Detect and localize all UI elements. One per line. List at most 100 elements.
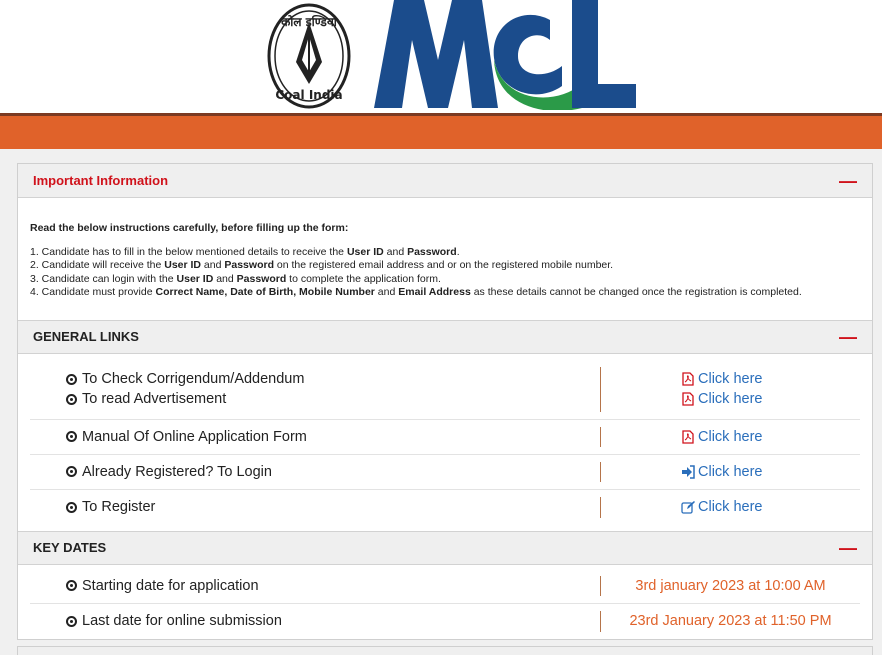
instructions-list: 1. Candidate has to fill in the below me… xyxy=(30,246,860,300)
edit-icon xyxy=(681,500,695,514)
bullet-circle-icon xyxy=(66,393,77,405)
instruction-text: . xyxy=(456,245,460,258)
bullet-circle-icon xyxy=(66,615,77,627)
instruction-emphasis: Password xyxy=(236,272,287,285)
sign-in-icon xyxy=(681,464,695,479)
link-row-actions: Click here xyxy=(601,462,860,482)
link-label-text: To read Advertisement xyxy=(82,391,227,407)
instruction-line: 2. Candidate will receive the User ID an… xyxy=(30,259,860,273)
important-info-title: Important Information xyxy=(33,173,169,188)
link-row-labels: Manual Of Online Application Form xyxy=(30,427,600,447)
click-here-text[interactable]: Click here xyxy=(698,371,762,387)
link-row-actions: Click here xyxy=(601,427,860,447)
link-row: To Check Corrigendum/Addendum To read Adv… xyxy=(30,360,860,420)
click-here-link[interactable]: Click here xyxy=(601,462,860,482)
mcl-logo xyxy=(374,0,636,110)
click-here-text[interactable]: Click here xyxy=(698,429,762,445)
instruction-emphasis: Email Address xyxy=(398,286,471,298)
key-date-row: Last date for online submission 23rd Janu… xyxy=(30,604,860,639)
key-date-label: Last date for online submission xyxy=(30,611,600,631)
instruction-emphasis: User ID xyxy=(176,272,214,285)
click-here-text[interactable]: Click here xyxy=(698,391,762,407)
bullet-circle-icon xyxy=(66,431,77,442)
link-row-actions: Click here xyxy=(601,497,860,517)
bullet-circle-icon xyxy=(66,373,77,385)
key-dates-title: KEY DATES xyxy=(33,540,107,555)
link-row-labels: Already Registered? To Login xyxy=(30,462,600,482)
general-links-header[interactable]: GENERAL LINKS — xyxy=(18,319,872,354)
instruction-line: 1. Candidate has to fill in the below me… xyxy=(30,246,860,260)
instruction-text: 1. Candidate has to fill in the below me… xyxy=(30,245,347,258)
instruction-line: 4. Candidate must provide Correct Name, … xyxy=(30,286,860,300)
link-label-text: To Register xyxy=(82,499,156,515)
key-dates-header[interactable]: KEY DATES — xyxy=(18,530,872,565)
link-label-text: To Check Corrigendum/Addendum xyxy=(82,371,305,387)
bullet-circle-icon xyxy=(66,580,77,591)
instruction-emphasis: User ID xyxy=(164,259,202,271)
instruction-text: and xyxy=(374,286,399,298)
instruction-emphasis: Correct Name, Date of Birth, Mobile Numb… xyxy=(155,286,375,298)
general-links-title: GENERAL LINKS xyxy=(33,329,139,344)
coal-india-logo: कोल इण्डिया Coal India xyxy=(267,3,351,109)
instruction-emphasis: Password xyxy=(407,245,457,258)
link-label: Manual Of Online Application Form xyxy=(66,427,600,447)
instruction-text: 3. Candidate can login with the xyxy=(30,272,177,285)
key-date-value: 23rd January 2023 at 11:50 PM xyxy=(629,613,832,629)
orange-banner xyxy=(0,113,882,149)
next-panel-header xyxy=(17,646,873,655)
link-row-labels: To Check Corrigendum/Addendum To read Adv… xyxy=(30,369,600,409)
collapse-icon[interactable]: — xyxy=(839,172,857,190)
click-here-text[interactable]: Click here xyxy=(698,499,762,515)
link-row: To Register Click here xyxy=(30,490,860,525)
link-label: To Check Corrigendum/Addendum xyxy=(66,369,600,389)
instruction-text: as these details cannot be changed once … xyxy=(470,286,802,298)
main-content: Important Information — Read the below i… xyxy=(0,149,882,655)
instruction-text: and xyxy=(201,259,225,271)
instruction-text: 2. Candidate will receive the xyxy=(30,259,165,271)
coal-india-text: Coal India xyxy=(275,88,342,102)
instructions-lead: Read the below instructions carefully, b… xyxy=(30,222,349,234)
link-row-labels: To Register xyxy=(30,497,600,517)
bullet-circle-icon xyxy=(66,501,77,513)
important-info-header[interactable]: Important Information — xyxy=(18,164,872,198)
key-date-value-cell: 3rd january 2023 at 10:00 AM xyxy=(601,576,860,596)
key-date-value: 3rd january 2023 at 10:00 AM xyxy=(635,577,826,594)
instruction-emphasis: Password xyxy=(224,259,274,271)
click-here-link[interactable]: Click here xyxy=(601,389,860,409)
click-here-text[interactable]: Click here xyxy=(698,464,762,480)
click-here-link[interactable]: Click here xyxy=(601,427,860,447)
click-here-link[interactable]: Click here xyxy=(601,369,860,389)
general-links-list: To Check Corrigendum/Addendum To read Adv… xyxy=(18,354,872,525)
coal-india-hindi-text: कोल इण्डिया xyxy=(280,15,338,29)
instruction-text: and xyxy=(383,245,408,258)
bullet-circle-icon xyxy=(66,466,77,477)
link-row-actions: Click here Click here xyxy=(601,369,860,409)
key-date-label: Starting date for application xyxy=(30,576,600,596)
link-row: Manual Of Online Application Form Click h… xyxy=(30,420,860,455)
key-date-item: Starting date for application xyxy=(66,576,600,596)
key-date-label-text: Starting date for application xyxy=(82,577,259,594)
key-date-value-cell: 23rd January 2023 at 11:50 PM xyxy=(601,611,860,631)
key-date-label-text: Last date for online submission xyxy=(82,613,282,629)
link-label-text: Already Registered? To Login xyxy=(82,463,272,480)
instruction-text: to complete the application form. xyxy=(286,272,441,285)
pdf-icon xyxy=(681,372,695,386)
key-dates-list: Starting date for application 3rd january… xyxy=(18,565,872,639)
link-label: To Register xyxy=(66,497,600,517)
important-info-panel: Important Information — Read the below i… xyxy=(17,163,873,640)
link-row: Already Registered? To Login Click here xyxy=(30,455,860,490)
header: कोल इण्डिया Coal India xyxy=(0,0,882,113)
collapse-icon[interactable]: — xyxy=(839,539,857,557)
instruction-text: 4. Candidate must provide xyxy=(30,286,156,298)
instruction-text: on the registered email address and or o… xyxy=(273,259,614,271)
link-label-text: Manual Of Online Application Form xyxy=(82,428,307,445)
link-label: To read Advertisement xyxy=(66,389,600,409)
key-date-row: Starting date for application 3rd january… xyxy=(30,569,860,604)
instruction-line: 3. Candidate can login with the User ID … xyxy=(30,273,860,287)
collapse-icon[interactable]: — xyxy=(839,328,857,346)
key-date-item: Last date for online submission xyxy=(66,611,600,631)
instruction-text: and xyxy=(213,272,237,285)
click-here-link[interactable]: Click here xyxy=(601,497,860,517)
instruction-emphasis: User ID xyxy=(346,245,384,258)
pdf-icon xyxy=(681,429,695,444)
